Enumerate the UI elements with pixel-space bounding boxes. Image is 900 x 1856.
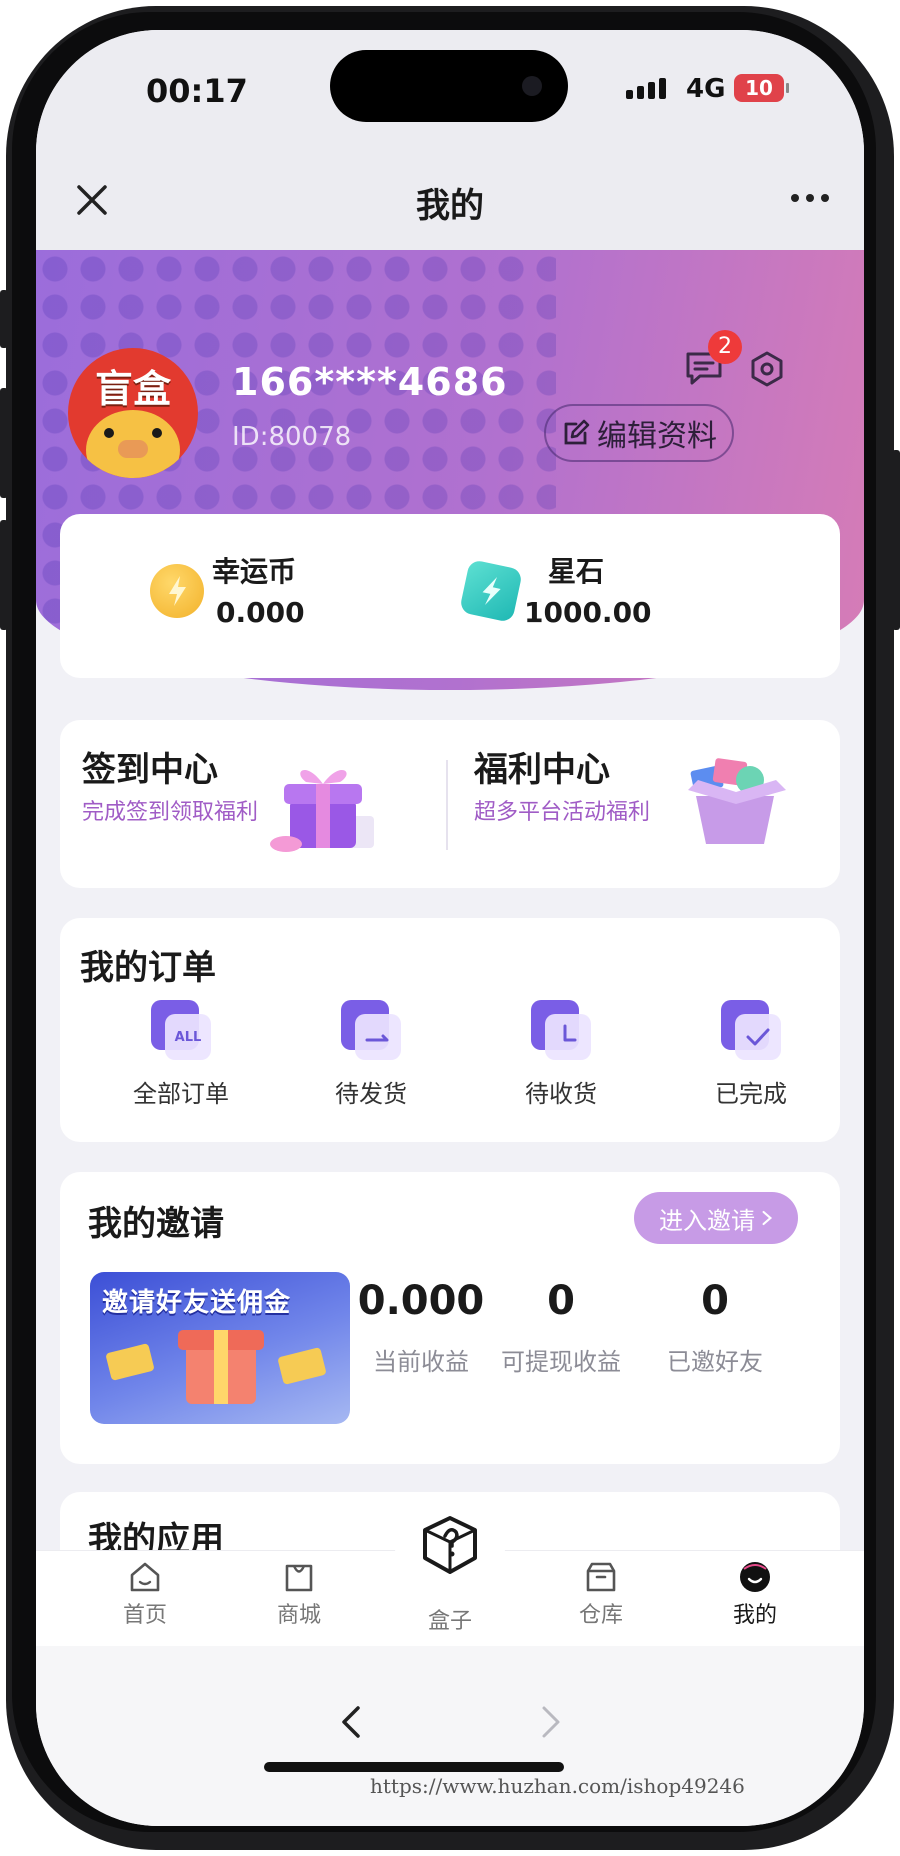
order-to-ship-label: 待发货 — [335, 1080, 407, 1108]
status-time: 00:17 — [146, 72, 248, 110]
pig-eye — [104, 428, 114, 438]
gift-box-icon — [270, 769, 374, 852]
warehouse-icon — [586, 1562, 616, 1592]
signal-icon — [626, 78, 666, 99]
all-orders-icon: ALL — [151, 1000, 211, 1060]
volume-down-button — [0, 520, 8, 630]
current-earnings: 0.000 当前收益 — [356, 1278, 486, 1377]
gold-bar-icon — [277, 1347, 327, 1385]
welfare-box-icon — [688, 758, 786, 844]
edit-icon — [564, 419, 590, 445]
battery-icon: 10 — [734, 74, 789, 102]
all-orders-badge: ALL — [165, 1014, 211, 1060]
tab-profile[interactable]: 我的 — [700, 1559, 810, 1629]
volume-up-button — [0, 388, 8, 498]
completed-icon — [721, 1000, 781, 1060]
mute-switch — [0, 290, 8, 348]
signin-subtitle: 完成签到领取福利 — [82, 800, 259, 825]
order-completed[interactable]: 已完成 — [676, 1000, 826, 1109]
to-receive-icon — [531, 1000, 591, 1060]
avatar-logo-text: 盲盒 — [94, 367, 171, 411]
nav-bar: 我的 — [36, 150, 864, 250]
current-earnings-label: 当前收益 — [373, 1348, 469, 1376]
order-to-receive[interactable]: 待收货 — [486, 1000, 636, 1109]
chevron-right-icon — [762, 1210, 773, 1226]
order-to-receive-label: 待收货 — [525, 1080, 597, 1108]
order-all-label: 全部订单 — [133, 1080, 229, 1108]
message-badge: 2 — [708, 330, 742, 364]
tab-home[interactable]: 首页 — [90, 1559, 200, 1629]
forward-icon[interactable] — [536, 1702, 566, 1742]
home-icon — [130, 1562, 160, 1592]
enter-invite-label: 进入邀请 — [659, 1206, 755, 1235]
withdrawable-earnings: 0 可提现收益 — [490, 1278, 632, 1377]
avatar[interactable]: 盲盒 — [68, 348, 198, 478]
orders-card: 我的订单 ALL 全部订单 待发货 待收货 已完成 — [60, 918, 840, 1142]
invite-banner-text: 邀请好友送佣金 — [102, 1288, 292, 1318]
mystery-box-button[interactable] — [395, 1498, 505, 1608]
order-to-ship[interactable]: 待发货 — [296, 1000, 446, 1109]
tab-shop[interactable]: 商城 — [244, 1559, 354, 1629]
signin-title: 签到中心 — [82, 750, 218, 790]
status-bar: 00:17 4G 10 — [36, 30, 864, 150]
pig-nose — [118, 440, 148, 458]
user-phone: 166****4686 — [232, 360, 508, 404]
centers-divider — [446, 760, 448, 850]
user-id: ID:80078 — [232, 422, 352, 452]
invited-friends-value: 0 — [701, 1278, 729, 1324]
order-all[interactable]: ALL 全部订单 — [106, 1000, 256, 1109]
watermark: https://www.huzhan.com/ishop49246 — [370, 1774, 745, 1798]
to-ship-icon — [341, 1000, 401, 1060]
star-stone-value: 1000.00 — [524, 596, 652, 629]
centers-card: 签到中心 完成签到领取福利 福利中心 超多平台活动福利 — [60, 720, 840, 888]
more-icon[interactable] — [790, 192, 830, 204]
tab-home-label: 首页 — [122, 1603, 167, 1628]
lucky-coin-value: 0.000 — [216, 596, 305, 629]
welfare-subtitle: 超多平台活动福利 — [474, 800, 651, 825]
lucky-coin-icon — [150, 564, 204, 618]
settings-icon[interactable] — [748, 350, 786, 388]
power-button — [892, 450, 900, 630]
enter-invite-button[interactable]: 进入邀请 — [634, 1192, 798, 1244]
camera-icon — [522, 76, 542, 96]
wallet-card: 幸运币 0.000 星石 1000.00 — [60, 514, 840, 678]
browser-toolbar — [36, 1646, 864, 1826]
invite-banner[interactable]: 邀请好友送佣金 — [90, 1272, 350, 1424]
page-title: 我的 — [416, 186, 484, 226]
star-stone-label: 星石 — [548, 555, 605, 588]
orders-title: 我的订单 — [80, 948, 216, 988]
battery-level: 10 — [745, 76, 773, 100]
tab-warehouse[interactable]: 仓库 — [546, 1559, 656, 1629]
withdrawable-earnings-value: 0 — [547, 1278, 575, 1324]
network-type: 4G — [686, 74, 726, 104]
dynamic-island — [330, 50, 568, 122]
invite-card: 我的邀请 进入邀请 邀请好友送佣金 0.000 当前收益 0 可提现收益 0 已… — [60, 1172, 840, 1464]
invite-title: 我的邀请 — [88, 1204, 224, 1244]
star-stone-icon — [458, 558, 524, 624]
invited-friends: 0 已邀好友 — [640, 1278, 790, 1377]
gold-bar-icon — [105, 1343, 155, 1381]
tab-shop-label: 商城 — [276, 1603, 321, 1628]
order-completed-label: 已完成 — [715, 1080, 787, 1108]
welfare-title: 福利中心 — [474, 750, 610, 790]
edit-profile-button[interactable]: 编辑资料 — [544, 404, 734, 462]
back-icon[interactable] — [336, 1702, 366, 1742]
edit-profile-label: 编辑资料 — [597, 419, 717, 454]
screen: 00:17 4G 10 我的 盲盒 166****4686 ID:80078 2 — [36, 30, 864, 1826]
home-indicator[interactable] — [264, 1762, 564, 1772]
mystery-box-icon — [423, 1516, 477, 1574]
tab-profile-label: 我的 — [732, 1603, 777, 1628]
invited-friends-label: 已邀好友 — [667, 1348, 763, 1376]
profile-icon — [740, 1562, 770, 1592]
shop-icon — [285, 1564, 313, 1592]
lucky-coin-label: 幸运币 — [212, 555, 297, 588]
gift-ribbon — [214, 1330, 228, 1404]
tab-warehouse-label: 仓库 — [578, 1603, 623, 1628]
current-earnings-value: 0.000 — [357, 1278, 485, 1324]
pig-eye — [152, 428, 162, 438]
withdrawable-earnings-label: 可提现收益 — [501, 1348, 621, 1376]
